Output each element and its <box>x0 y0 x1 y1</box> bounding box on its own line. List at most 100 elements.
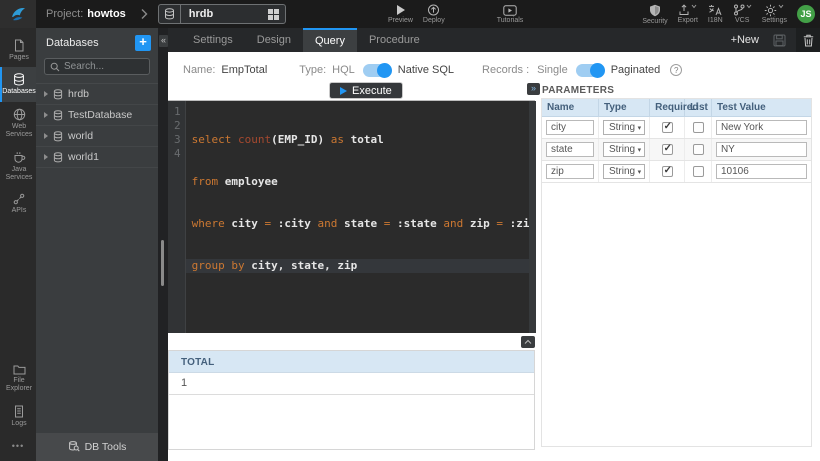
sidebar-item-java-services[interactable]: Java Services <box>0 145 36 188</box>
security-label: Security <box>642 18 667 25</box>
deploy-button[interactable]: Deploy <box>418 0 450 28</box>
list-checkbox[interactable] <box>693 144 704 155</box>
database-grid-icon[interactable] <box>263 5 285 23</box>
required-checkbox[interactable] <box>662 144 673 155</box>
tab-procedure[interactable]: Procedure <box>357 28 432 52</box>
select-arrow-icon: ▾ <box>638 146 642 154</box>
line-number: 4 <box>168 147 181 161</box>
settings-button[interactable]: Settings <box>757 0 792 28</box>
database-selector[interactable]: hrdb <box>158 4 286 24</box>
search-input[interactable] <box>64 61 144 72</box>
result-row: 1 <box>169 373 534 395</box>
param-test-value-input[interactable] <box>716 120 807 135</box>
database-icon <box>13 73 25 86</box>
database-search[interactable] <box>44 58 150 75</box>
i18n-button[interactable]: I18N <box>703 0 728 28</box>
tutorials-button[interactable]: Tutorials <box>492 0 529 28</box>
required-checkbox[interactable] <box>662 122 673 133</box>
export-label: Export <box>678 17 698 24</box>
vcs-button[interactable]: VCS <box>728 0 757 28</box>
param-type-select[interactable]: String▾ <box>603 142 645 157</box>
param-type-select[interactable]: String▾ <box>603 120 645 135</box>
new-query-button[interactable]: +New <box>731 34 759 46</box>
vcs-label: VCS <box>735 17 749 24</box>
execute-button[interactable]: Execute <box>329 82 403 99</box>
query-workspace: Name: EmpTotal Type: HQL Native SQL Reco… <box>168 52 820 461</box>
expand-parameters-button[interactable]: » <box>527 83 540 95</box>
search-icon <box>50 62 60 72</box>
list-checkbox[interactable] <box>693 166 704 177</box>
param-test-value-input[interactable] <box>716 142 807 157</box>
sql-editor[interactable]: 1 2 3 4 select count(EMP_ID) as total fr… <box>168 100 535 333</box>
add-database-button[interactable]: + <box>135 35 151 51</box>
type-toggle[interactable] <box>363 64 390 77</box>
sidebar-item-web-services[interactable]: Web Services <box>0 102 36 145</box>
editor-scrollbar[interactable] <box>529 101 536 333</box>
panel-splitter[interactable]: « <box>158 28 168 461</box>
parameters-title: PARAMETERS <box>542 85 614 96</box>
save-button[interactable] <box>773 34 786 47</box>
tab-design[interactable]: Design <box>245 28 303 52</box>
sidebar-item-databases[interactable]: Databases <box>0 67 36 101</box>
caret-right-icon[interactable] <box>44 154 48 160</box>
tree-item-label: world <box>68 130 93 142</box>
rail-label: Databases <box>2 88 35 96</box>
editor-code[interactable]: select count(EMP_ID) as total from emplo… <box>186 101 536 333</box>
param-type-select[interactable]: String▾ <box>603 164 645 179</box>
db-tools-button[interactable]: DB Tools <box>36 433 158 461</box>
tree-item-testdatabase[interactable]: TestDatabase <box>36 105 158 126</box>
preview-label: Preview <box>388 17 413 24</box>
tab-query[interactable]: Query <box>303 28 357 52</box>
chevron-up-icon <box>524 339 532 345</box>
type-on-label: Native SQL <box>398 64 454 76</box>
api-nodes-icon <box>13 193 25 205</box>
sidebar-item-logs[interactable]: Logs <box>0 399 36 433</box>
collapse-editor-button[interactable] <box>521 336 535 348</box>
tree-item-label: world1 <box>68 151 99 163</box>
translate-icon <box>708 4 722 16</box>
rail-label: File Explorer <box>3 377 35 394</box>
delete-button[interactable] <box>796 28 820 52</box>
database-icon <box>53 152 63 163</box>
shield-icon <box>649 4 661 17</box>
wavemaker-logo[interactable] <box>0 0 36 28</box>
sidebar-item-apis[interactable]: APIs <box>0 187 36 220</box>
sidebar-item-pages[interactable]: Pages <box>0 33 36 67</box>
video-icon <box>503 5 517 16</box>
parameter-row: String▾ <box>542 139 811 161</box>
tab-settings[interactable]: Settings <box>181 28 245 52</box>
caret-right-icon[interactable] <box>44 91 48 97</box>
records-toggle[interactable] <box>576 64 603 77</box>
param-name-input[interactable] <box>546 120 594 135</box>
caret-right-icon[interactable] <box>44 133 48 139</box>
execute-label: Execute <box>352 85 392 97</box>
branch-icon <box>733 4 745 16</box>
help-icon[interactable]: ? <box>670 64 682 76</box>
line-number: 1 <box>168 105 181 119</box>
param-name-input[interactable] <box>546 164 594 179</box>
required-checkbox[interactable] <box>662 166 673 177</box>
splitter-handle-icon[interactable] <box>161 240 164 286</box>
more-options-icon[interactable]: ••• <box>0 433 36 461</box>
query-settings-row: Name: EmpTotal Type: HQL Native SQL Reco… <box>183 62 682 78</box>
db-tools-icon <box>68 441 80 453</box>
tree-item-world[interactable]: world <box>36 126 158 147</box>
export-button[interactable]: Export <box>673 0 703 28</box>
code-line: where city = :city and state = :state an… <box>186 217 536 231</box>
collapse-panel-button[interactable]: « <box>159 35 168 47</box>
sidebar-item-file-explorer[interactable]: File Explorer <box>0 358 36 399</box>
gear-icon <box>764 4 777 17</box>
tree-item-hrdb[interactable]: hrdb <box>36 84 158 105</box>
param-test-value-input[interactable] <box>716 164 807 179</box>
deploy-label: Deploy <box>423 17 445 24</box>
type-off-label: HQL <box>332 64 355 76</box>
tree-item-world1[interactable]: world1 <box>36 147 158 168</box>
preview-button[interactable]: Preview <box>383 0 418 28</box>
database-icon <box>53 89 63 100</box>
user-avatar[interactable]: JS <box>797 5 815 23</box>
list-checkbox[interactable] <box>693 122 704 133</box>
security-button[interactable]: Security <box>637 0 672 28</box>
caret-right-icon[interactable] <box>44 112 48 118</box>
query-name-value[interactable]: EmpTotal <box>221 64 267 76</box>
param-name-input[interactable] <box>546 142 594 157</box>
